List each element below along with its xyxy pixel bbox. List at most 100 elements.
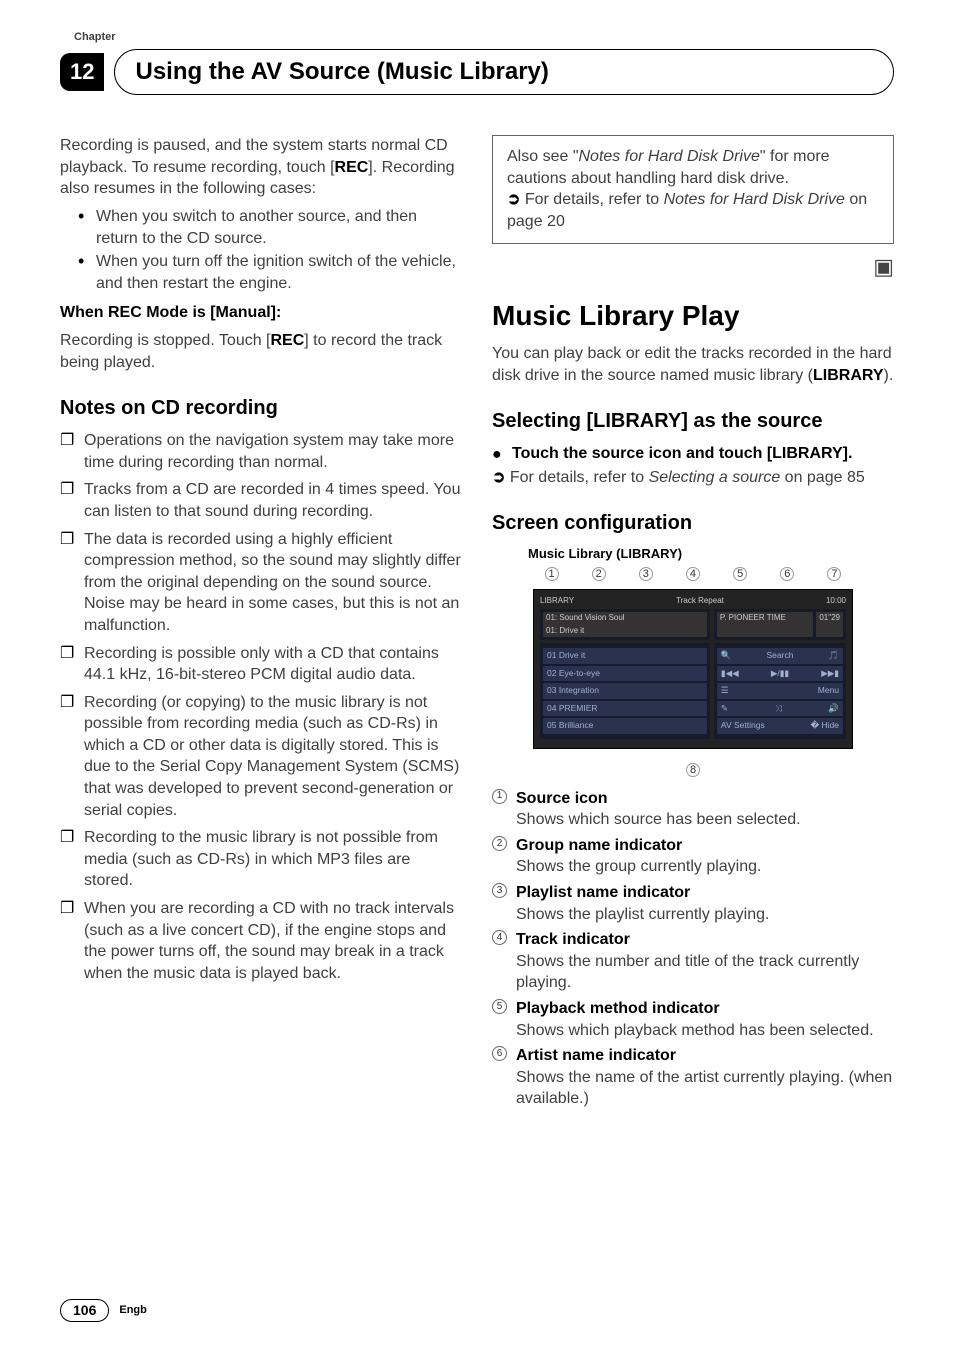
bullet-item: When you switch to another source, and t… (96, 206, 462, 249)
note-item: Recording is possible only with a CD tha… (60, 643, 462, 686)
callout-2: 2 (592, 567, 606, 581)
text: Selecting [ (492, 410, 593, 432)
ss-volume-button[interactable]: 🔊 (828, 703, 839, 714)
ss-track-item[interactable]: 02 Eye-to-eye (543, 666, 707, 681)
legend-number: 5 (492, 999, 507, 1014)
screenshot-title: Music Library (LIBRARY) (528, 545, 894, 563)
ss-menu-button[interactable]: Menu (818, 685, 839, 696)
legend-title: Group name indicator (516, 837, 682, 854)
manual-mode-heading: When REC Mode is [Manual]: (60, 302, 462, 324)
text: Search (766, 650, 793, 661)
note-item: Operations on the navigation system may … (60, 430, 462, 473)
right-column: Also see "Notes for Hard Disk Drive" for… (492, 135, 894, 1114)
ss-track-item[interactable]: 03 Integration (543, 683, 707, 698)
callout-4: 4 (686, 567, 700, 581)
callout-1: 1 (545, 567, 559, 581)
ss-search-button[interactable]: 🔍Search🎵 (717, 648, 843, 663)
legend-number: 6 (492, 1046, 507, 1061)
callout-7: 7 (827, 567, 841, 581)
screenshot-callouts-top: 1 2 3 4 5 6 7 (528, 567, 858, 581)
text: For details, refer to (525, 191, 664, 208)
reference-title: Selecting a source (649, 469, 781, 486)
legend-item: 4 Track indicator Shows the number and tit… (492, 929, 894, 994)
ss-random-button[interactable]: ⤨ (775, 703, 782, 714)
legend-item: 1Source iconShows which source has been … (492, 788, 894, 831)
ss-edit-button[interactable]: ✎ (721, 703, 728, 714)
ss-track-item[interactable]: 01 Drive it (543, 648, 707, 663)
legend-title: Playback method indicator (516, 1000, 720, 1017)
stop-icon: ▣ (492, 252, 894, 282)
selecting-source-reference: For details, refer to Selecting a source… (492, 467, 894, 489)
page-number: 106 (60, 1299, 109, 1322)
note-item: Recording (or copying) to the music libr… (60, 692, 462, 822)
page-footer: 106 Engb (60, 1299, 147, 1322)
legend-title: Playlist name indicator (516, 884, 690, 901)
ss-next-button[interactable]: ▶▶▮ (821, 668, 839, 679)
library-label: LIBRARY (772, 445, 843, 462)
text: Recording is stopped. Touch [ (60, 332, 271, 349)
chapter-number-badge: 12 (60, 53, 104, 91)
note-item: When you are recording a CD with no trac… (60, 898, 462, 984)
callout-3: 3 (639, 567, 653, 581)
music-library-play-paragraph: You can play back or edit the tracks rec… (492, 343, 894, 386)
library-screenshot: LIBRARY Track Repeat 10:00 01: Sound Vis… (533, 589, 853, 749)
screenshot-callout-bottom: 8 (492, 763, 894, 778)
legend-number: 4 (492, 930, 507, 945)
note-item: The data is recorded using a highly effi… (60, 529, 462, 637)
ss-source-label: LIBRARY (540, 596, 574, 607)
text: Touch the source icon and touch [ (512, 445, 772, 462)
intro-paragraph: Recording is paused, and the system star… (60, 135, 462, 200)
ss-group-name: 01: Sound Vision Soul (543, 612, 707, 625)
library-label: LIBRARY (813, 367, 884, 384)
text: For details, refer to (510, 469, 649, 486)
chapter-label: Chapter (74, 30, 894, 45)
legend-item: 6Artist name indicatorShows the name of … (492, 1045, 894, 1110)
ss-play-pause-button[interactable]: ▶/▮▮ (771, 668, 789, 679)
reference-title: Notes for Hard Disk Drive (579, 148, 760, 165)
ss-track-time: 01"29 (816, 612, 843, 638)
ss-prev-button[interactable]: ▮◀◀ (721, 668, 739, 679)
reference-title: Notes for Hard Disk Drive (664, 191, 845, 208)
ss-hide-button[interactable]: � Hide (810, 720, 839, 731)
screen-configuration-heading: Screen configuration (492, 510, 894, 537)
legend-desc: Shows the group currently playing. (516, 856, 894, 878)
ss-list-button[interactable]: ☰ (721, 685, 729, 696)
legend-desc: Shows which source has been selected. (516, 809, 894, 831)
step-touch-source: Touch the source icon and touch [LIBRARY… (492, 443, 894, 465)
screenshot-legend: 1Source iconShows which source has been … (492, 788, 894, 1110)
legend-desc: Shows the name of the artist currently p… (516, 1067, 894, 1110)
ss-playlist-name: 01: Drive it (543, 625, 707, 638)
ss-track-item[interactable]: 04 PREMIER (543, 701, 707, 716)
legend-item: 5 Playback method indicator Shows which pl… (492, 998, 894, 1041)
hdd-callout-box: Also see "Notes for Hard Disk Drive" for… (492, 135, 894, 243)
chapter-title: Using the AV Source (Music Library) (114, 49, 894, 95)
note-item: Tracks from a CD are recorded in 4 times… (60, 479, 462, 522)
text: Also see " (507, 148, 579, 165)
legend-title: Track indicator (516, 931, 630, 948)
legend-desc: Shows which playback method has been sel… (516, 1020, 894, 1042)
text: ). (884, 367, 894, 384)
library-label: LIBRARY (593, 410, 681, 432)
selecting-library-heading: Selecting [LIBRARY] as the source (492, 408, 894, 435)
text: ]. (843, 445, 853, 462)
ss-clock: 10:00 (826, 596, 846, 607)
legend-title: Source icon (516, 790, 608, 807)
legend-number: 3 (492, 883, 507, 898)
ss-artist-name: P. PIONEER TIME (717, 612, 813, 638)
legend-desc: Shows the playlist currently playing. (516, 904, 894, 926)
legend-item: 2 Group name indicator Shows the group cur… (492, 835, 894, 878)
manual-mode-paragraph: Recording is stopped. Touch [REC] to rec… (60, 330, 462, 373)
legend-item: 3 Playlist name indicator Shows the playli… (492, 882, 894, 925)
ss-track-item[interactable]: 05 Brilliance (543, 718, 707, 733)
callout-6: 6 (780, 567, 794, 581)
ss-av-settings-button[interactable]: AV Settings (721, 720, 765, 731)
text: on page 85 (780, 469, 865, 486)
ss-playback-mode: Track Repeat (676, 596, 724, 607)
callout-8: 8 (686, 763, 700, 777)
rec-label: REC (335, 159, 369, 176)
note-item: Recording to the music library is not po… (60, 827, 462, 892)
text: ] as the source (681, 410, 822, 432)
legend-desc: Shows the number and title of the track … (516, 951, 894, 994)
legend-number: 2 (492, 836, 507, 851)
rec-label: REC (271, 332, 305, 349)
